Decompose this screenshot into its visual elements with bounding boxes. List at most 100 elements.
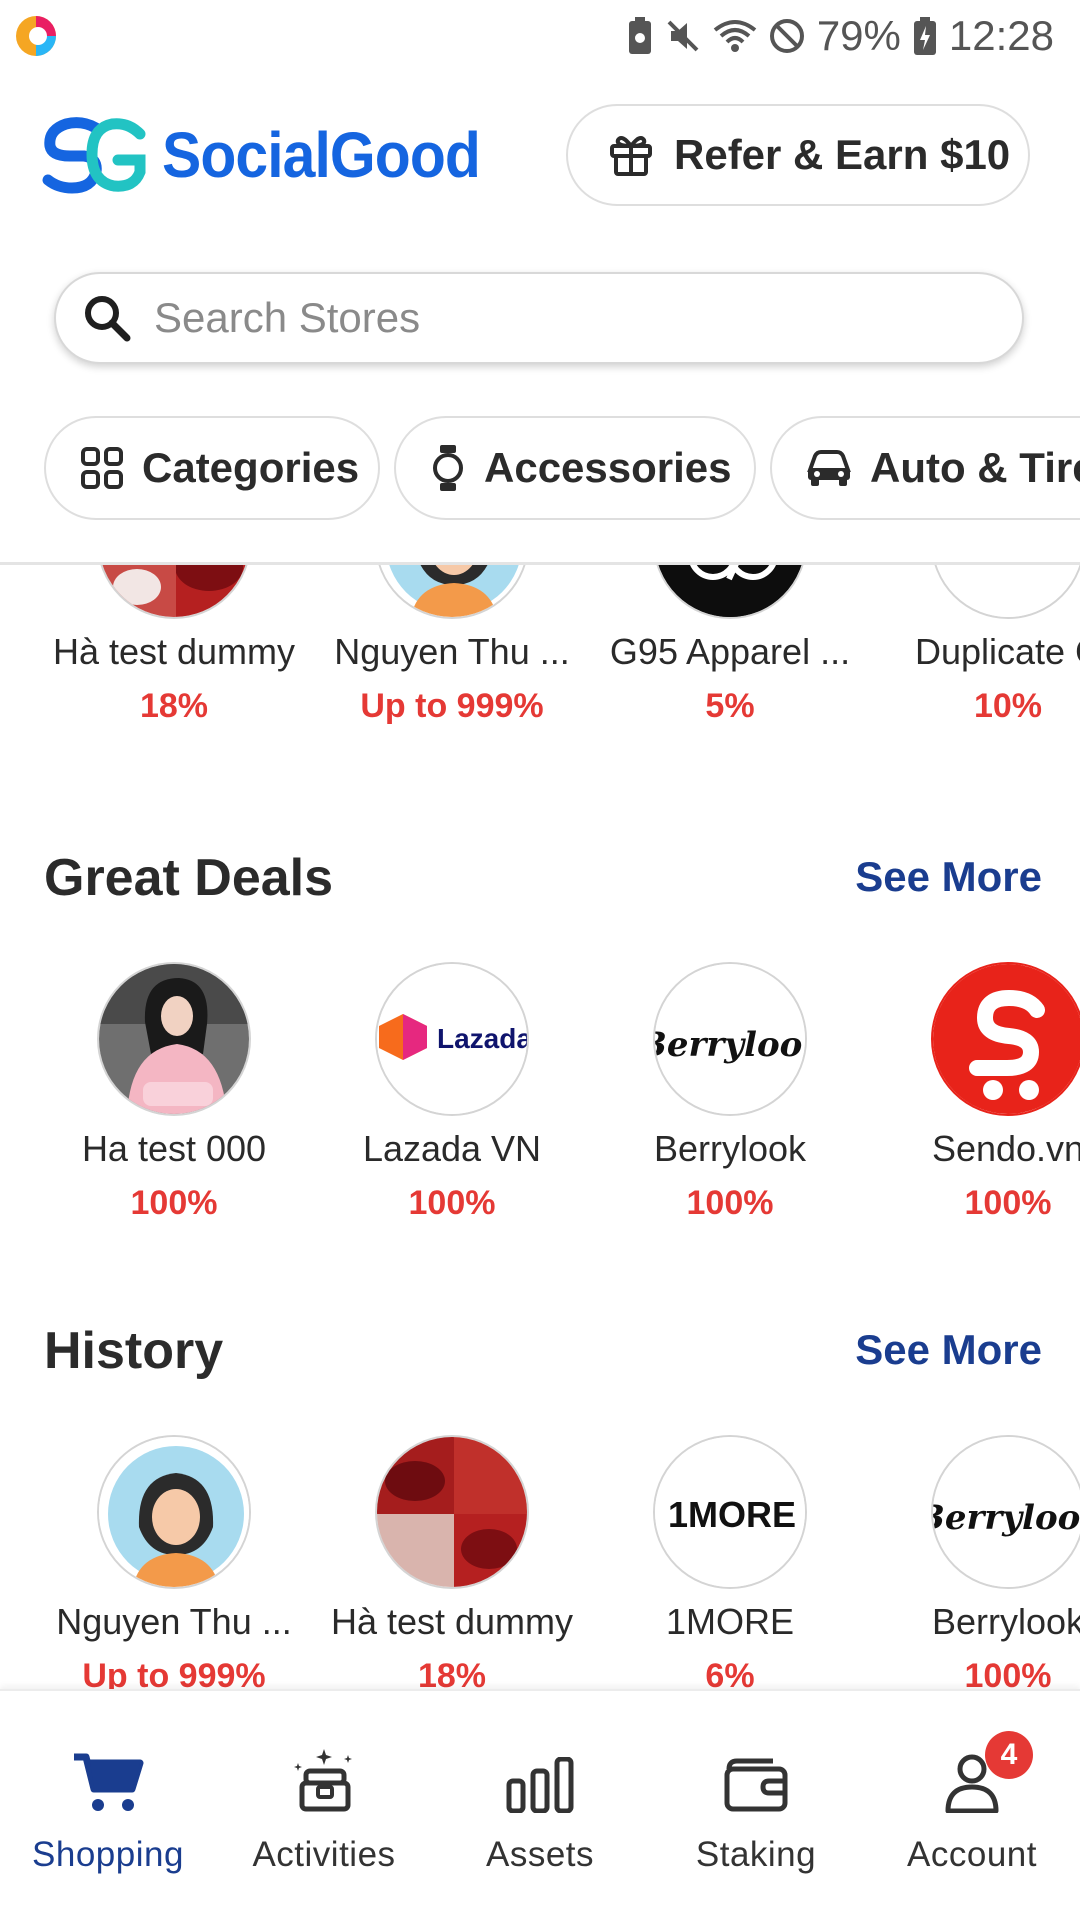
store-avatar-lipstick	[375, 1435, 529, 1589]
cashback-rate: 100%	[408, 1184, 496, 1222]
search-bar[interactable]	[54, 272, 1024, 364]
store-item[interactable]: G95 Apparel ... 5%	[592, 565, 868, 726]
battery-percent: 79%	[816, 12, 901, 59]
wallet-icon	[724, 1758, 788, 1812]
featured-stores-row: Hà test dummy 18% Nguyen Thu ... Up to 9…	[0, 565, 1080, 725]
store-name: 1MORE	[665, 1601, 795, 1642]
store-avatar-girl-illustration	[375, 565, 529, 619]
store-name: G95 Apparel ...	[609, 631, 851, 672]
store-avatar-1more: 1MORE	[653, 1435, 807, 1589]
cashback-rate: 100%	[130, 1184, 218, 1222]
wifi-icon	[713, 20, 757, 52]
chip-label: Auto & Tire	[870, 444, 1080, 491]
store-feed[interactable]: Hà test dummy 18% Nguyen Thu ... Up to 9…	[0, 565, 1080, 1689]
store-item[interactable]: Ha test 000 100%	[36, 962, 312, 1223]
cashback-rate: 6%	[705, 1657, 755, 1689]
store-avatar-berrylook: Berrylook	[653, 962, 807, 1116]
great-deals-row: Ha test 000 100% Lazada Lazada VN 100% B…	[0, 962, 1080, 1222]
car-icon	[807, 450, 851, 486]
bar-chart-icon	[506, 1757, 574, 1813]
cashback-rate: 18%	[139, 687, 209, 725]
chip-auto-tire[interactable]: Auto & Tire	[770, 416, 1080, 520]
search-input[interactable]	[154, 294, 914, 342]
store-avatar-photo	[97, 962, 251, 1116]
cashback-rate: 100%	[686, 1184, 774, 1222]
chip-accessories[interactable]: Accessories	[394, 416, 756, 520]
status-icons: 79% 12:28	[627, 10, 1054, 62]
notification-badge: 4	[985, 1731, 1033, 1779]
store-name: Berrylook	[931, 1601, 1080, 1642]
store-item[interactable]: Lazada Lazada VN 100%	[314, 962, 590, 1223]
lazada-logo-text: Lazada	[437, 1023, 529, 1054]
store-name: Berrylook	[653, 1128, 807, 1169]
app-header: SocialGood Refer & Earn $10	[0, 100, 1080, 220]
store-name: Ha test 000	[81, 1128, 267, 1169]
store-item[interactable]: Berrylook Berrylook 100%	[870, 1435, 1080, 1689]
store-item[interactable]: Hà test dummy 18%	[314, 1435, 590, 1689]
nav-label: Staking	[695, 1835, 817, 1874]
gift-icon	[610, 136, 652, 176]
store-item[interactable]: 1MORE 1MORE 6%	[592, 1435, 868, 1689]
grid-icon	[81, 447, 123, 489]
berrylook-logo-text: Berrylook	[933, 1498, 1080, 1538]
store-item[interactable]: Nguyen Thu ... Up to 999%	[36, 1435, 312, 1689]
store-name: Nguyen Thu ...	[334, 631, 570, 672]
cashback-rate: Up to 999%	[360, 687, 544, 725]
nav-activities[interactable]: Activities	[216, 1743, 432, 1875]
store-avatar-duplicate	[931, 565, 1080, 619]
nav-shopping[interactable]: Shopping	[0, 1743, 216, 1875]
chip-label: Accessories	[484, 444, 732, 491]
socialgood-logo[interactable]: SocialGood	[42, 116, 508, 194]
refer-earn-label: Refer & Earn $10	[674, 131, 1011, 178]
store-avatar-sendo	[931, 962, 1080, 1116]
cashback-rate: 18%	[417, 1657, 487, 1689]
store-name: Hà test dummy	[52, 631, 296, 672]
berrylook-logo-text: Berrylook	[655, 1025, 807, 1065]
history-row: Nguyen Thu ... Up to 999% Hà test dummy …	[0, 1435, 1080, 1689]
store-avatar-lazada: Lazada	[375, 962, 529, 1116]
chip-categories[interactable]: Categories	[44, 416, 380, 520]
nav-label: Account	[907, 1835, 1037, 1874]
great-deals-see-more-link[interactable]: See More	[855, 853, 1042, 901]
store-item[interactable]: Duplicate C 10%	[870, 565, 1080, 726]
no-sync-icon	[769, 19, 804, 53]
watch-icon	[433, 445, 463, 491]
cashback-rate: 5%	[705, 687, 755, 725]
great-deals-title: Great Deals	[44, 849, 334, 907]
mute-icon	[667, 20, 699, 52]
history-see-more-link[interactable]: See More	[855, 1326, 1042, 1374]
store-avatar-berrylook: Berrylook	[931, 1435, 1080, 1589]
1more-logo-text: 1MORE	[668, 1494, 796, 1535]
refer-earn-button[interactable]: Refer & Earn $10	[566, 104, 1030, 206]
app-notification-icon	[16, 16, 56, 56]
nav-label: Shopping	[32, 1835, 184, 1874]
nav-assets[interactable]: Assets	[432, 1743, 648, 1875]
store-item[interactable]: Nguyen Thu ... Up to 999%	[314, 565, 590, 726]
cashback-rate: 100%	[964, 1657, 1052, 1689]
history-title: History	[44, 1322, 224, 1380]
store-item[interactable]: Sendo.vn 100%	[870, 962, 1080, 1223]
cart-icon	[74, 1753, 144, 1811]
nav-account[interactable]: 4 Account	[864, 1731, 1080, 1875]
clock: 12:28	[948, 12, 1054, 59]
store-name: Sendo.vn	[931, 1128, 1080, 1169]
store-name: Lazada VN	[362, 1128, 542, 1169]
status-bar: 79% 12:28	[0, 0, 1080, 72]
store-avatar-girl-illustration	[97, 1435, 251, 1589]
category-chips: Categories Accessories Auto & Tire	[0, 416, 1080, 522]
nav-staking[interactable]: Staking	[648, 1743, 864, 1875]
search-icon	[85, 296, 131, 342]
store-item[interactable]: Hà test dummy 18%	[36, 565, 312, 726]
store-name: Duplicate C	[914, 631, 1080, 672]
store-avatar-lipstick	[97, 565, 251, 619]
cashback-rate: 10%	[973, 687, 1043, 725]
chip-label: Categories	[142, 444, 360, 491]
store-item[interactable]: Berrylook Berrylook 100%	[592, 962, 868, 1223]
logo-text: SocialGood	[162, 119, 481, 191]
battery-saver-icon	[628, 17, 651, 54]
store-name: Hà test dummy	[330, 1601, 574, 1642]
cashback-rate: Up to 999%	[82, 1657, 266, 1689]
nav-label: Assets	[485, 1835, 595, 1874]
cashback-rate: 100%	[964, 1184, 1052, 1222]
store-avatar-g95	[653, 565, 807, 619]
